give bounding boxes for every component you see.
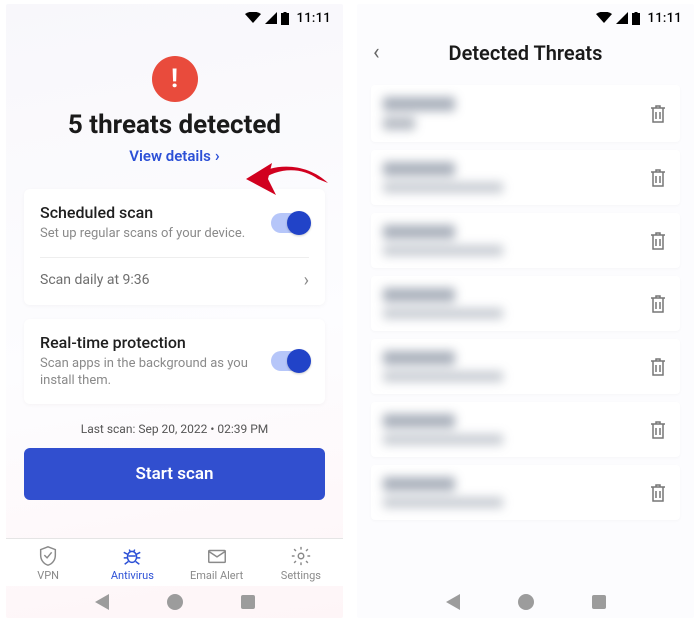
tab-settings[interactable]: Settings <box>259 545 343 582</box>
start-scan-button[interactable]: Start scan <box>24 448 325 500</box>
threat-text-blurred <box>383 225 648 256</box>
trash-icon[interactable] <box>648 230 668 252</box>
battery-icon <box>281 12 289 25</box>
threat-row[interactable] <box>371 339 680 394</box>
nav-recent-icon[interactable] <box>241 595 255 609</box>
tab-vpn-label: VPN <box>37 569 59 582</box>
tab-email[interactable]: Email Alert <box>175 545 259 582</box>
trash-icon[interactable] <box>648 293 668 315</box>
nav-home-icon[interactable] <box>167 594 183 610</box>
system-nav <box>357 586 694 618</box>
realtime-title: Real-time protection <box>40 333 259 352</box>
threat-text-blurred <box>383 351 648 382</box>
status-time: 11:11 <box>297 11 331 26</box>
alert-icon: ! <box>152 56 198 102</box>
realtime-toggle[interactable] <box>271 351 309 371</box>
view-details-label: View details <box>129 147 211 165</box>
gear-icon <box>290 545 312 567</box>
signal-icon <box>265 12 277 24</box>
tab-antivirus[interactable]: Antivirus <box>90 545 174 582</box>
trash-icon[interactable] <box>648 482 668 504</box>
threat-row[interactable] <box>371 276 680 331</box>
threats-header: ‹ Detected Threats <box>357 30 694 75</box>
tab-vpn[interactable]: VPN <box>6 545 90 582</box>
nav-back-icon[interactable] <box>446 594 460 610</box>
threat-text-blurred <box>383 288 648 319</box>
battery-icon <box>632 12 640 25</box>
screen-antivirus: 11:11 ! 5 threats detected View details … <box>6 4 343 618</box>
back-button[interactable]: ‹ <box>373 40 401 65</box>
threat-row[interactable] <box>371 85 680 142</box>
screen-detected-threats: 11:11 ‹ Detected Threats <box>357 4 694 618</box>
nav-back-icon[interactable] <box>95 594 109 610</box>
last-scan-label: Last scan: Sep 20, 2022 • 02:39 PM <box>24 422 325 436</box>
bug-icon <box>121 545 143 567</box>
trash-icon[interactable] <box>648 356 668 378</box>
realtime-card: Real-time protection Scan apps in the ba… <box>24 319 325 404</box>
tab-email-label: Email Alert <box>190 569 243 582</box>
nav-recent-icon[interactable] <box>592 595 606 609</box>
threat-text-blurred <box>383 162 648 193</box>
status-bar: 11:11 <box>6 4 343 30</box>
wifi-icon <box>245 12 261 24</box>
view-details-link[interactable]: View details › <box>24 146 325 165</box>
scheduled-subtitle: Set up regular scans of your device. <box>40 226 259 243</box>
status-time: 11:11 <box>648 11 682 26</box>
shield-icon <box>37 545 59 567</box>
threat-text-blurred <box>383 97 648 130</box>
chevron-right-icon: › <box>304 270 309 291</box>
scan-time-label: Scan daily at 9:36 <box>40 272 150 288</box>
scheduled-toggle[interactable] <box>271 213 309 233</box>
wifi-icon <box>596 12 612 24</box>
threats-headline: 5 threats detected <box>24 110 325 140</box>
scan-time-row[interactable]: Scan daily at 9:36 › <box>40 257 309 291</box>
status-bar: 11:11 <box>357 4 694 30</box>
trash-icon[interactable] <box>648 167 668 189</box>
chevron-right-icon: › <box>215 146 220 165</box>
threat-row[interactable] <box>371 213 680 268</box>
threat-row[interactable] <box>371 465 680 520</box>
threat-text-blurred <box>383 477 648 508</box>
signal-icon <box>616 12 628 24</box>
bottom-tabs: VPN Antivirus Email Alert Settings <box>6 538 343 586</box>
trash-icon[interactable] <box>648 419 668 441</box>
threat-text-blurred <box>383 414 648 445</box>
page-title: Detected Threats <box>401 41 678 65</box>
threat-list[interactable] <box>357 75 694 586</box>
tab-settings-label: Settings <box>281 569 321 582</box>
realtime-subtitle: Scan apps in the background as you insta… <box>40 356 259 390</box>
nav-home-icon[interactable] <box>518 594 534 610</box>
tab-antivirus-label: Antivirus <box>111 569 154 582</box>
system-nav <box>6 586 343 618</box>
scheduled-title: Scheduled scan <box>40 203 259 222</box>
threat-row[interactable] <box>371 402 680 457</box>
scheduled-scan-card: Scheduled scan Set up regular scans of y… <box>24 189 325 305</box>
mail-icon <box>206 545 228 567</box>
trash-icon[interactable] <box>648 103 668 125</box>
threat-row[interactable] <box>371 150 680 205</box>
